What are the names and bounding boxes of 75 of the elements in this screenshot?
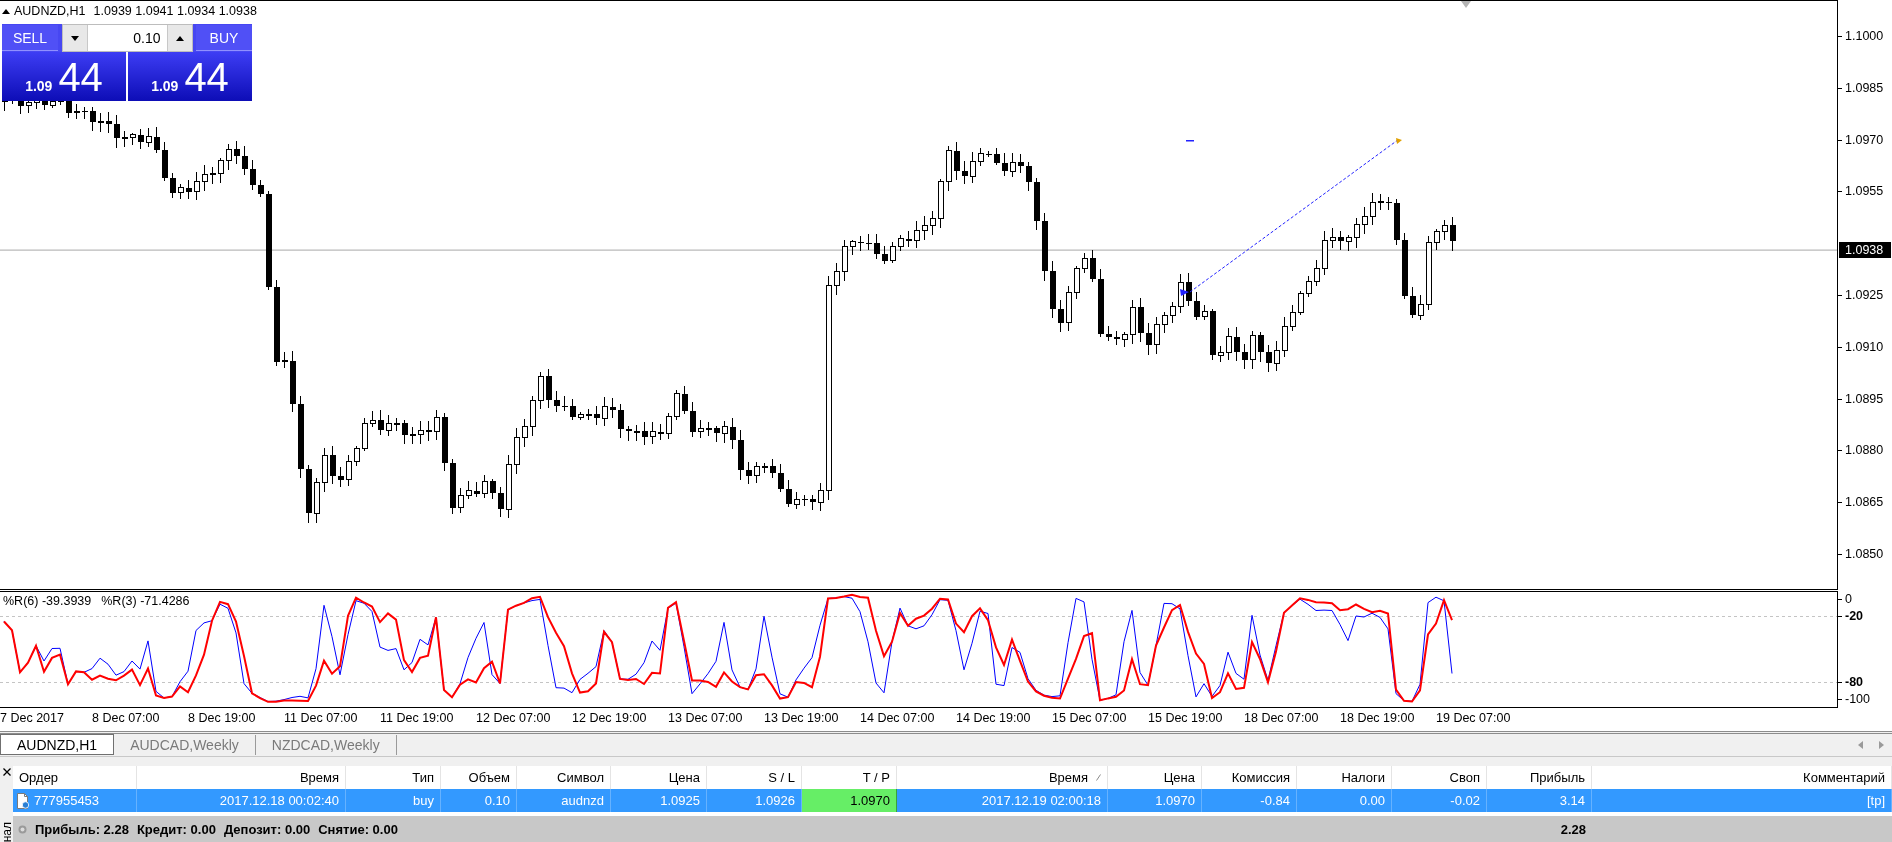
price-tick-label: 1.0865 [1838, 494, 1884, 511]
indicator-legend: %R(3) -71.4286 [101, 594, 190, 608]
time-tick-label: 18 Dec 19:00 [1340, 711, 1415, 726]
order-row[interactable]: 777955453 2017.12.18 00:02:40 buy 0.10 audnzd 1.0925 1.0926 1.0970 2017.12.19 02:00:18 1.0970 -0.84 0.00 -0.02 3.14 [tp] [13, 789, 1892, 812]
close-icon[interactable] [2, 768, 11, 776]
price-tick-label: 1.1000 [1838, 28, 1884, 44]
time-tick-label: 13 Dec 07:00 [668, 711, 743, 726]
price-tick-label: 1.0880 [1838, 442, 1884, 459]
chart-tab[interactable]: NZDCAD,Weekly [255, 735, 397, 755]
table-cell: 0.10 [441, 789, 517, 812]
time-tick-label: 14 Dec 19:00 [956, 711, 1031, 726]
price-tick-label: 1.0970 [1838, 131, 1884, 148]
table-cell: audnzd [517, 789, 611, 812]
terminal-title: нал [0, 821, 13, 842]
exit-marker-icon [1396, 138, 1402, 144]
price-tick-label: 1.0955 [1838, 183, 1884, 200]
sort-icon [1096, 774, 1101, 781]
indicator-tick-label: -20 [1838, 608, 1864, 624]
buy-price-button[interactable]: 1.09 44 [128, 52, 252, 101]
summary-item: Депозит: 0.00 [223, 821, 311, 837]
table-cell: [tp] [1592, 789, 1892, 812]
time-tick-label: 14 Dec 07:00 [860, 711, 935, 726]
price-tick-label: 1.0985 [1838, 79, 1884, 96]
table-cell: 2017.12.18 00:02:40 [137, 789, 346, 812]
table-cell: 1.0970 [1108, 789, 1202, 812]
table-cell: 1.0925 [611, 789, 707, 812]
table-cell: -0.02 [1392, 789, 1487, 812]
increase-button[interactable] [166, 25, 192, 51]
time-tick-label: 11 Dec 07:00 [284, 711, 358, 726]
summary-item: Прибыль: 2.28 [35, 821, 129, 837]
sell-button[interactable]: SELL [2, 25, 58, 51]
time-tick-label: 12 Dec 19:00 [572, 711, 647, 726]
indicator-legend: %R(6) -39.3939 [3, 594, 92, 608]
time-tick-label: 18 Dec 07:00 [1244, 711, 1319, 726]
time-tick-label: 8 Dec 19:00 [188, 711, 256, 726]
sell-price-button[interactable]: 1.09 44 [2, 52, 126, 101]
current-price-label: 1.0938 [1839, 242, 1891, 259]
order-number: 777955453 [34, 793, 100, 808]
price-tick-label: 1.0895 [1838, 390, 1884, 407]
triangle-icon [1461, 1, 1471, 8]
table-cell: 2017.12.19 02:00:18 [897, 789, 1108, 812]
indicator-tick-label: -100 [1838, 691, 1871, 707]
table-cell: buy [346, 789, 441, 812]
time-tick-label: 11 Dec 19:00 [380, 711, 454, 726]
decrease-button[interactable] [62, 25, 88, 51]
time-tick-label: 12 Dec 07:00 [476, 711, 551, 726]
circle-icon [18, 824, 27, 834]
table-cell: 0.00 [1297, 789, 1392, 812]
price-tick-label: 1.0850 [1838, 546, 1884, 562]
document-icon [16, 792, 30, 809]
entry-arrow-icon [1180, 289, 1189, 296]
table-cell: -0.84 [1202, 789, 1297, 812]
price-tick-label: 1.0910 [1838, 338, 1884, 355]
chart-symbol: AUDNZD,H1 [14, 4, 86, 19]
chart-quotes: 1.0939 1.0941 1.0934 1.0938 [93, 4, 257, 19]
caret-down-icon [70, 35, 79, 41]
table-cell: 3.14 [1487, 789, 1592, 812]
caret-up-icon [175, 35, 184, 41]
summary-total: 2.28 [1559, 820, 1587, 839]
dash-marker-icon [1186, 140, 1194, 142]
time-tick-label: 19 Dec 07:00 [1436, 711, 1511, 726]
time-tick-label: 8 Dec 07:00 [92, 711, 160, 726]
chart-tab[interactable]: AUDCAD,Weekly [114, 735, 256, 755]
table-cell: 1.0970 [802, 789, 897, 812]
chart-tab[interactable]: AUDNZD,H1 [0, 734, 115, 755]
time-tick-label: 15 Dec 07:00 [1052, 711, 1127, 726]
time-tick-label: 15 Dec 19:00 [1148, 711, 1223, 726]
indicator-tick-label: -80 [1838, 674, 1864, 690]
summary-item: Снятие: 0.00 [318, 821, 398, 837]
buy-button[interactable]: BUY [196, 25, 252, 51]
time-tick-label: 13 Dec 19:00 [764, 711, 839, 726]
time-tick-label: 7 Dec 2017 [0, 711, 64, 726]
summary-item: Кредит: 0.00 [136, 821, 216, 837]
indicator-tick-label: 0 [1838, 591, 1852, 607]
price-tick-label: 1.0925 [1838, 287, 1884, 303]
